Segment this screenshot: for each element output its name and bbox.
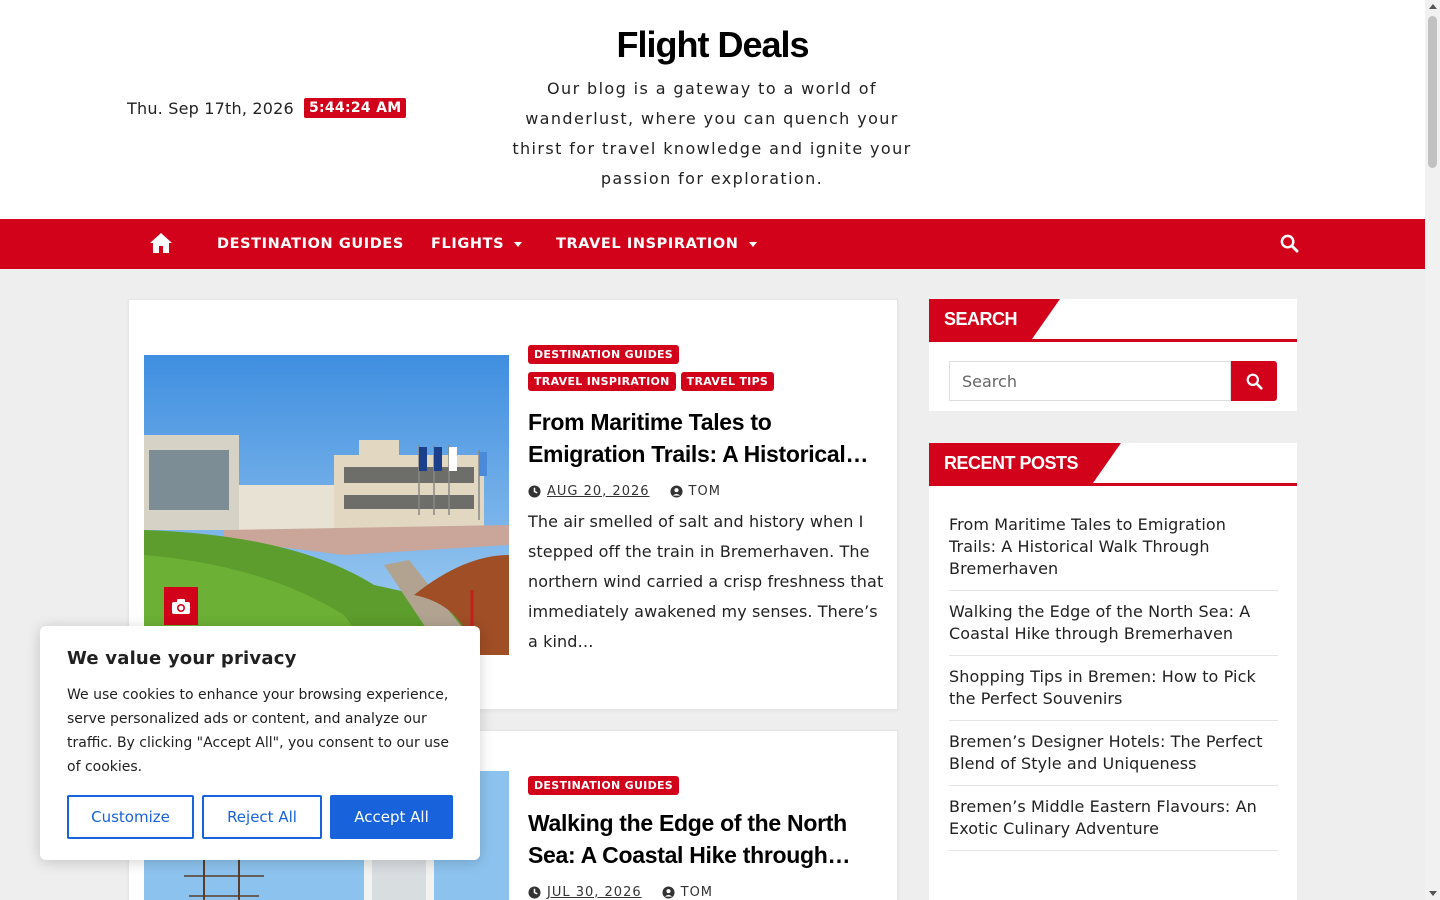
widget-title: SEARCH bbox=[929, 299, 1061, 339]
recent-post-link[interactable]: Bremen’s Designer Hotels: The Perfect Bl… bbox=[949, 731, 1278, 786]
nav-item-label: FLIGHTS bbox=[431, 236, 505, 252]
post-date-link[interactable]: AUG 20, 2026 bbox=[547, 484, 650, 499]
nav-item-label: TRAVEL INSPIRATION bbox=[556, 236, 739, 252]
category-tag[interactable]: TRAVEL INSPIRATION bbox=[528, 372, 676, 391]
camera-icon[interactable] bbox=[164, 587, 198, 625]
recent-post-link[interactable]: Bremen’s Middle Eastern Flavours: An Exo… bbox=[949, 796, 1278, 851]
search-input[interactable] bbox=[949, 361, 1231, 401]
current-date: Thu. Sep 17th, 2026 bbox=[127, 98, 294, 118]
search-icon[interactable] bbox=[1280, 234, 1299, 253]
widget-title: RECENT POSTS bbox=[929, 443, 1122, 483]
nav-item-destination-guides[interactable]: DESTINATION GUIDES bbox=[217, 219, 404, 269]
search-submit-button[interactable] bbox=[1231, 361, 1277, 401]
post-categories: DESTINATION GUIDES TRAVEL INSPIRATION TR… bbox=[528, 345, 808, 391]
category-tag[interactable]: DESTINATION GUIDES bbox=[528, 345, 680, 364]
clock-icon bbox=[528, 886, 541, 899]
customize-button[interactable]: Customize bbox=[67, 795, 194, 839]
nav-item-flights[interactable]: FLIGHTS bbox=[431, 219, 523, 269]
post-author-link[interactable]: TOM bbox=[689, 484, 721, 499]
search-widget: SEARCH bbox=[929, 299, 1297, 411]
recent-post-link[interactable]: From Maritime Tales to Emigration Trails… bbox=[949, 514, 1278, 591]
category-tag[interactable]: TRAVEL TIPS bbox=[680, 372, 775, 391]
accept-all-button[interactable]: Accept All bbox=[330, 795, 453, 839]
nav-item-label: DESTINATION GUIDES bbox=[217, 236, 404, 252]
nav-item-travel-inspiration[interactable]: TRAVEL INSPIRATION bbox=[556, 219, 757, 269]
clock-icon bbox=[528, 485, 541, 498]
site-title-link[interactable]: Flight Deals bbox=[616, 24, 809, 65]
scroll-up-arrow-icon[interactable] bbox=[1429, 4, 1437, 9]
site-tagline: Our blog is a gateway to a world of wand… bbox=[512, 79, 912, 188]
search-icon bbox=[1246, 373, 1263, 390]
widget-header: SEARCH bbox=[929, 299, 1297, 342]
post-meta: JUL 30, 2026 TOM bbox=[528, 885, 713, 900]
brand: Flight Deals bbox=[0, 24, 1425, 66]
page-viewport: Thu. Sep 17th, 2026 5:44:24 AM Flight De… bbox=[0, 0, 1425, 900]
site-header: Thu. Sep 17th, 2026 5:44:24 AM Flight De… bbox=[0, 0, 1425, 219]
cookie-title: We value your privacy bbox=[67, 648, 297, 669]
post-title[interactable]: From Maritime Tales to Emigration Trails… bbox=[528, 406, 878, 470]
widget-header: RECENT POSTS bbox=[929, 443, 1297, 486]
post-title[interactable]: Walking the Edge of the North Sea: A Coa… bbox=[528, 807, 878, 871]
recent-post-link[interactable]: Walking the Edge of the North Sea: A Coa… bbox=[949, 601, 1278, 656]
cookie-description: We use cookies to enhance your browsing … bbox=[67, 687, 449, 775]
category-tag[interactable]: DESTINATION GUIDES bbox=[528, 776, 680, 795]
main-navigation: DESTINATION GUIDES FLIGHTS TRAVEL INSPIR… bbox=[0, 219, 1425, 269]
recent-posts-list: From Maritime Tales to Emigration Trails… bbox=[949, 514, 1278, 861]
post-author-link[interactable]: TOM bbox=[681, 885, 713, 900]
post-image bbox=[144, 355, 509, 655]
caret-down-icon bbox=[514, 241, 523, 247]
recent-posts-widget: RECENT POSTS From Maritime Tales to Emig… bbox=[929, 443, 1297, 900]
caret-down-icon bbox=[748, 241, 757, 247]
post-excerpt: The air smelled of salt and history when… bbox=[528, 512, 884, 651]
user-icon bbox=[662, 886, 675, 899]
post-date-link[interactable]: JUL 30, 2026 bbox=[547, 885, 642, 900]
page-scrollbar[interactable] bbox=[1425, 0, 1440, 900]
scrollbar-thumb[interactable] bbox=[1428, 16, 1437, 168]
post-categories: DESTINATION GUIDES bbox=[528, 776, 808, 795]
post-meta: AUG 20, 2026 TOM bbox=[528, 484, 721, 499]
user-icon bbox=[669, 485, 683, 498]
scroll-down-arrow-icon[interactable] bbox=[1429, 891, 1437, 896]
post-thumbnail[interactable] bbox=[144, 355, 509, 655]
date-time: Thu. Sep 17th, 2026 5:44:24 AM bbox=[127, 98, 407, 118]
recent-post-link[interactable]: Shopping Tips in Bremen: How to Pick the… bbox=[949, 666, 1278, 721]
current-time-badge: 5:44:24 AM bbox=[303, 98, 407, 118]
cookie-consent-banner: We value your privacy We use cookies to … bbox=[40, 626, 480, 860]
reject-all-button[interactable]: Reject All bbox=[202, 795, 322, 839]
home-icon[interactable] bbox=[149, 232, 173, 254]
